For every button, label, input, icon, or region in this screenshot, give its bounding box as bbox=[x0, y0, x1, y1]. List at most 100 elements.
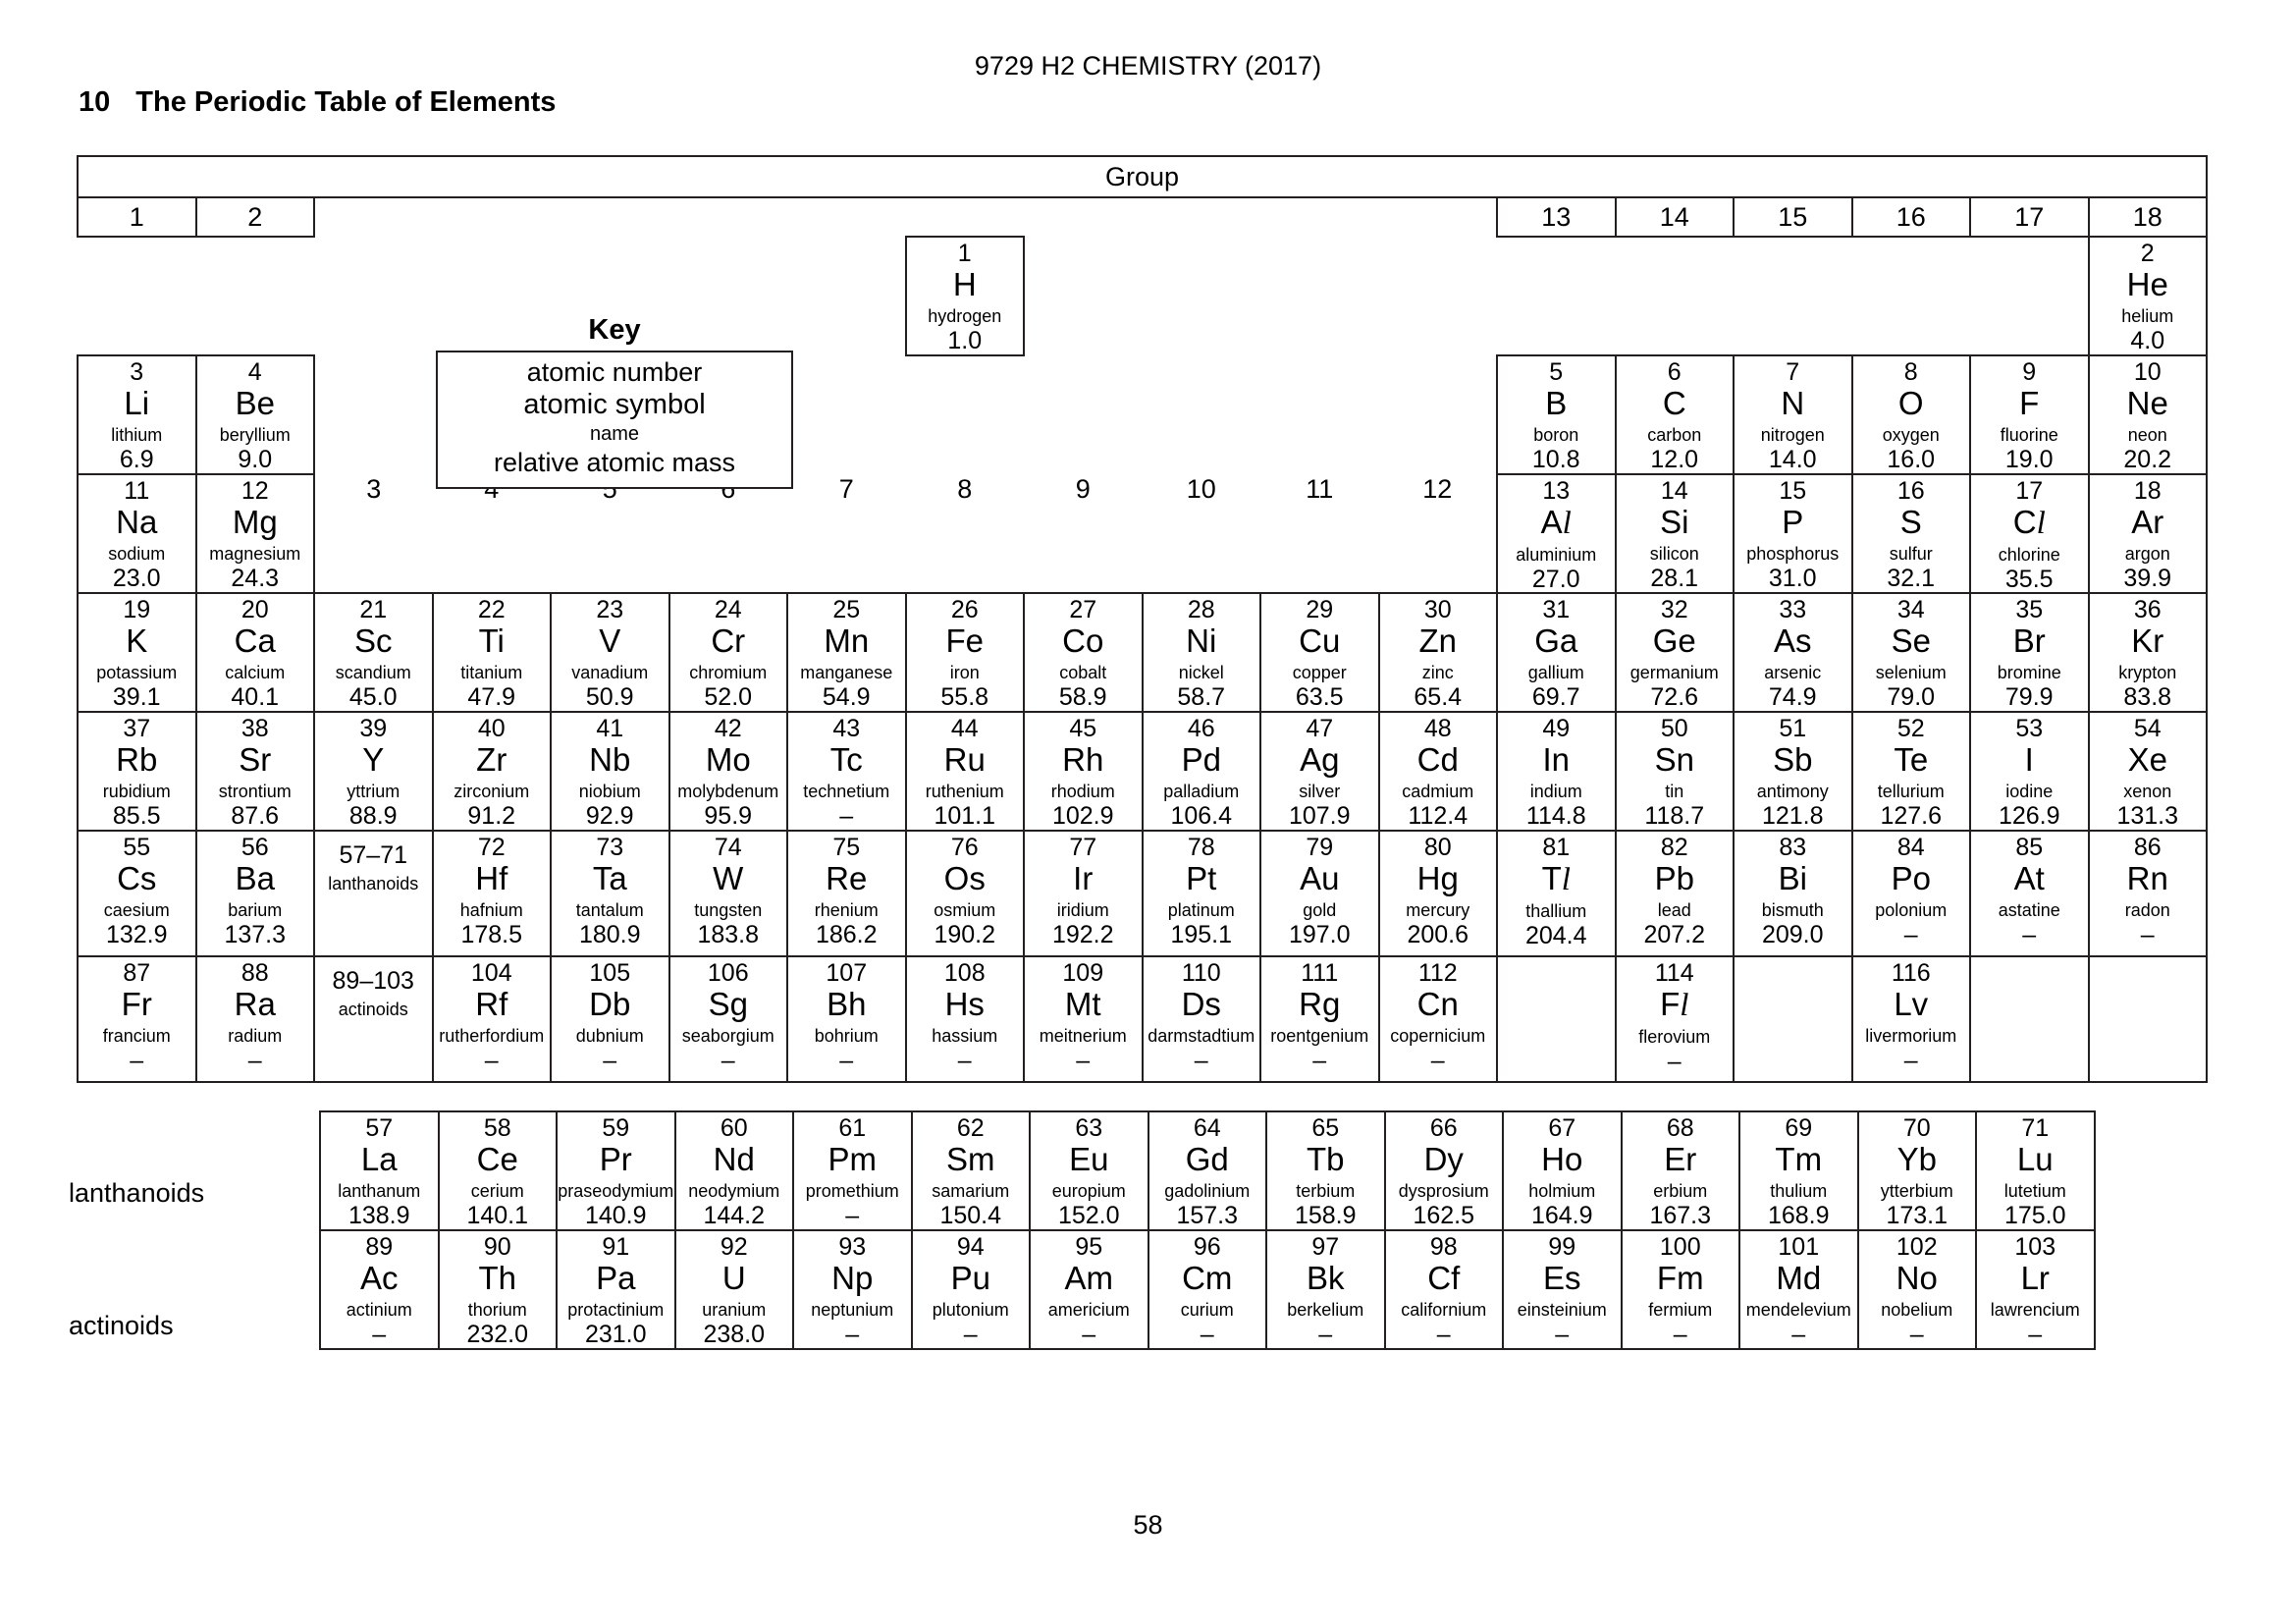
element-cell-Rn[interactable]: 86 Rn radon – bbox=[2087, 830, 2208, 957]
element-cell-Sn[interactable]: 50 Sn tin 118.7 bbox=[1614, 711, 1735, 832]
element-cell-Ds[interactable]: 110 Ds darmstadtium – bbox=[1141, 955, 1261, 1083]
element-cell-Fm[interactable]: 100 Fm fermium – bbox=[1620, 1229, 1740, 1350]
element-cell-O[interactable]: 8 O oxygen 16.0 bbox=[1850, 354, 1971, 475]
element-cell-Mg[interactable]: 12 Mg magnesium 24.3 bbox=[194, 473, 315, 594]
element-cell-Gd[interactable]: 64 Gd gadolinium 157.3 bbox=[1147, 1110, 1267, 1231]
element-cell-Kr[interactable]: 36 Kr krypton 83.8 bbox=[2087, 592, 2208, 713]
element-cell-I[interactable]: 53 Iiodine 126.9 bbox=[1969, 711, 2090, 832]
element-cell-K[interactable]: 19 Kpotassium 39.1 bbox=[77, 592, 197, 713]
element-cell-Ir[interactable]: 77 Ir iridium 192.2 bbox=[1023, 830, 1144, 957]
element-cell-Se[interactable]: 34 Se selenium 79.0 bbox=[1850, 592, 1971, 713]
element-cell-Ru[interactable]: 44 Ru ruthenium 101.1 bbox=[904, 711, 1025, 832]
element-cell-Nb[interactable]: 41 Nb niobium 92.9 bbox=[550, 711, 670, 832]
element-cell-Rb[interactable]: 37 Rb rubidium 85.5 bbox=[77, 711, 197, 832]
element-cell-Si[interactable]: 14 Si silicon 28.1 bbox=[1614, 473, 1735, 594]
element-cell-Te[interactable]: 52 Te tellurium 127.6 bbox=[1850, 711, 1971, 832]
element-cell-Br[interactable]: 35 Br bromine 79.9 bbox=[1969, 592, 2090, 713]
element-cell-Sc[interactable]: 21 Sc scandium 45.0 bbox=[313, 592, 434, 713]
element-cell-N[interactable]: 7 N nitrogen 14.0 bbox=[1733, 354, 1853, 475]
element-cell-Bh[interactable]: 107 Bh bohrium – bbox=[786, 955, 907, 1083]
element-cell-Na[interactable]: 11 Na sodium 23.0 bbox=[77, 473, 197, 594]
element-cell-Ba[interactable]: 56 Ba barium 137.3 bbox=[194, 830, 315, 957]
element-cell-Lu[interactable]: 71 Lu lutetium 175.0 bbox=[1975, 1110, 2096, 1231]
element-cell-Hf[interactable]: 72 Hf hafnium 178.5 bbox=[431, 830, 552, 957]
lanthanoid-range-cell[interactable]: 57–71 lanthanoids bbox=[313, 830, 434, 957]
element-cell-Ar[interactable]: 18 Ar argon 39.9 bbox=[2087, 473, 2208, 594]
element-cell-B[interactable]: 5 B boron 10.8 bbox=[1496, 354, 1617, 475]
element-cell-Ho[interactable]: 67 Ho holmium 164.9 bbox=[1502, 1110, 1623, 1231]
element-cell-Re[interactable]: 75 Re rhenium 186.2 bbox=[786, 830, 907, 957]
element-cell-Pm[interactable]: 61 Pm promethium – bbox=[792, 1110, 913, 1231]
element-cell-No[interactable]: 102 No nobelium – bbox=[1856, 1229, 1977, 1350]
element-cell-Ta[interactable]: 73 Ta tantalum 180.9 bbox=[550, 830, 670, 957]
element-cell-In[interactable]: 49 In indium 114.8 bbox=[1496, 711, 1617, 832]
element-cell-Au[interactable]: 79 Au gold 197.0 bbox=[1259, 830, 1380, 957]
element-cell-Ga[interactable]: 31 Ga gallium 69.7 bbox=[1496, 592, 1617, 713]
element-cell-V[interactable]: 23 Vvanadium 50.9 bbox=[550, 592, 670, 713]
element-cell-Ne[interactable]: 10 Ne neon 20.2 bbox=[2087, 354, 2208, 475]
element-cell-Yb[interactable]: 70 Yb ytterbium 173.1 bbox=[1856, 1110, 1977, 1231]
element-cell-Sb[interactable]: 51 Sb antimony 121.8 bbox=[1733, 711, 1853, 832]
element-cell-Pr[interactable]: 59 Pr praseodymium 140.9 bbox=[556, 1110, 676, 1231]
element-cell-Nd[interactable]: 60 Nd neodymium 144.2 bbox=[673, 1110, 794, 1231]
element-cell-Dy[interactable]: 66 Dy dysprosium 162.5 bbox=[1383, 1110, 1504, 1231]
element-cell-Db[interactable]: 105 Db dubnium – bbox=[550, 955, 670, 1083]
element-cell-C[interactable]: 6 C carbon 12.0 bbox=[1614, 354, 1735, 475]
element-cell-Zr[interactable]: 40 Zr zirconium 91.2 bbox=[431, 711, 552, 832]
element-cell-Cf[interactable]: 98 Cf californium – bbox=[1383, 1229, 1504, 1350]
element-cell-Ge[interactable]: 32 Ge germanium 72.6 bbox=[1614, 592, 1735, 713]
element-cell-Sr[interactable]: 38 Sr strontium 87.6 bbox=[194, 711, 315, 832]
element-cell-Pu[interactable]: 94 Pu plutonium – bbox=[910, 1229, 1031, 1350]
element-cell-F[interactable]: 9 F fluorine 19.0 bbox=[1969, 354, 2090, 475]
element-cell-Tm[interactable]: 69 Tm thulium 168.9 bbox=[1738, 1110, 1859, 1231]
element-cell-Ni[interactable]: 28 Ni nickel 58.7 bbox=[1141, 592, 1261, 713]
actinoid-range-cell[interactable]: 89–103 actinoids bbox=[313, 955, 434, 1083]
element-cell-La[interactable]: 57 La lanthanum 138.9 bbox=[319, 1110, 440, 1231]
element-cell-Th[interactable]: 90 Th thorium 232.0 bbox=[437, 1229, 558, 1350]
element-cell-Pb[interactable]: 82 Pb lead 207.2 bbox=[1614, 830, 1735, 957]
element-cell-Fl[interactable]: 114 Fl flerovium – bbox=[1614, 955, 1735, 1083]
element-cell-Tb[interactable]: 65 Tb terbium 158.9 bbox=[1265, 1110, 1386, 1231]
element-cell-Cm[interactable]: 96 Cm curium – bbox=[1147, 1229, 1267, 1350]
element-cell-Xe[interactable]: 54 Xe xenon 131.3 bbox=[2087, 711, 2208, 832]
element-cell-Er[interactable]: 68 Er erbium 167.3 bbox=[1620, 1110, 1740, 1231]
element-cell-Np[interactable]: 93 Np neptunium – bbox=[792, 1229, 913, 1350]
element-cell-Mt[interactable]: 109 Mt meitnerium – bbox=[1023, 955, 1144, 1083]
element-cell-Ca[interactable]: 20 Ca calcium 40.1 bbox=[194, 592, 315, 713]
element-cell-Tc[interactable]: 43 Tc technetium – bbox=[786, 711, 907, 832]
element-cell-Rf[interactable]: 104 Rf rutherfordium – bbox=[431, 955, 552, 1083]
element-cell-W[interactable]: 74 Wtungsten 183.8 bbox=[667, 830, 788, 957]
element-cell-Cu[interactable]: 29 Cu copper 63.5 bbox=[1259, 592, 1380, 713]
element-cell-Eu[interactable]: 63 Eu europium 152.0 bbox=[1029, 1110, 1149, 1231]
element-cell-Pd[interactable]: 46 Pd palladium 106.4 bbox=[1141, 711, 1261, 832]
element-cell-Hg[interactable]: 80 Hg mercury 200.6 bbox=[1377, 830, 1498, 957]
element-cell-U[interactable]: 92 Uuranium 238.0 bbox=[673, 1229, 794, 1350]
element-cell-Po[interactable]: 84 Po polonium – bbox=[1850, 830, 1971, 957]
element-cell-Cd[interactable]: 48 Cd cadmium 112.4 bbox=[1377, 711, 1498, 832]
element-cell-Bk[interactable]: 97 Bk berkelium – bbox=[1265, 1229, 1386, 1350]
element-cell-Co[interactable]: 27 Co cobalt 58.9 bbox=[1023, 592, 1144, 713]
element-cell-Bi[interactable]: 83 Bi bismuth 209.0 bbox=[1733, 830, 1853, 957]
element-cell-Fr[interactable]: 87 Fr francium – bbox=[77, 955, 197, 1083]
element-cell-Pa[interactable]: 91 Pa protactinium 231.0 bbox=[556, 1229, 676, 1350]
element-cell-Mn[interactable]: 25 Mn manganese 54.9 bbox=[786, 592, 907, 713]
element-cell-Tl[interactable]: 81 Tl thallium 204.4 bbox=[1496, 830, 1617, 957]
element-cell-He[interactable]: 2 He helium 4.0 bbox=[2087, 236, 2208, 356]
element-cell-Y[interactable]: 39 Yyttrium 88.9 bbox=[313, 711, 434, 832]
element-cell-Ra[interactable]: 88 Ra radium – bbox=[194, 955, 315, 1083]
element-cell-Al[interactable]: 13 Al aluminium 27.0 bbox=[1496, 473, 1617, 594]
element-cell-At[interactable]: 85 At astatine – bbox=[1969, 830, 2090, 957]
element-cell-Li[interactable]: 3 Li lithium 6.9 bbox=[77, 354, 197, 475]
element-cell-Cr[interactable]: 24 Cr chromium 52.0 bbox=[667, 592, 788, 713]
element-cell-Ag[interactable]: 47 Ag silver 107.9 bbox=[1259, 711, 1380, 832]
element-cell-S[interactable]: 16 S sulfur 32.1 bbox=[1850, 473, 1971, 594]
element-cell-As[interactable]: 33 As arsenic 74.9 bbox=[1733, 592, 1853, 713]
element-cell-Ac[interactable]: 89 Ac actinium – bbox=[319, 1229, 440, 1350]
element-cell-Ti[interactable]: 22 Ti titanium 47.9 bbox=[431, 592, 552, 713]
element-cell-Lr[interactable]: 103 Lr lawrencium – bbox=[1975, 1229, 2096, 1350]
element-cell-Cs[interactable]: 55 Cs caesium 132.9 bbox=[77, 830, 197, 957]
element-cell-Os[interactable]: 76 Os osmium 190.2 bbox=[904, 830, 1025, 957]
element-cell-Rh[interactable]: 45 Rh rhodium 102.9 bbox=[1023, 711, 1144, 832]
element-cell-Cl[interactable]: 17 Cl chlorine 35.5 bbox=[1969, 473, 2090, 594]
element-cell-Pt[interactable]: 78 Pt platinum 195.1 bbox=[1141, 830, 1261, 957]
